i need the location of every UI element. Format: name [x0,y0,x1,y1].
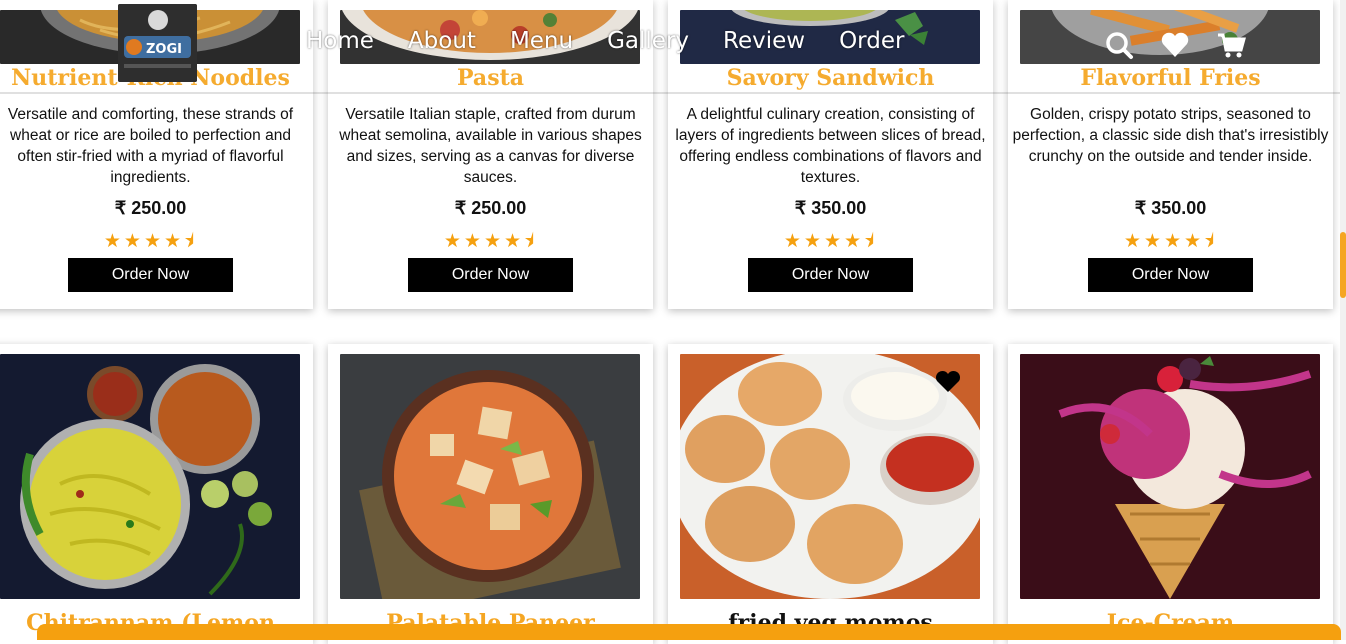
product-image-paneer [340,354,640,599]
product-image-icecream [1020,354,1320,599]
nav-about[interactable]: About [408,28,476,54]
scrollbar-thumb[interactable] [1340,232,1346,298]
product-description: Golden, crispy potato strips, seasoned t… [1012,106,1329,165]
rating-stars: ★★★★⯨ [783,231,878,252]
nav-menu[interactable]: Menu [510,28,573,54]
nav-order[interactable]: Order [839,28,904,54]
vertical-scrollbar[interactable] [1340,0,1346,640]
order-now-button[interactable]: Order Now [1088,258,1253,292]
product-card-icecream: Ice-Cream [1008,344,1333,644]
product-description: A delightful culinary creation, consisti… [675,106,986,186]
nav-icons [1104,30,1246,60]
product-description: Versatile Italian staple, crafted from d… [339,106,642,186]
product-card-momos: fried veg momos [668,344,993,644]
product-image-chitrannam [0,354,300,599]
order-now-button[interactable]: Order Now [68,258,233,292]
product-price: ₹ 350.00 [794,198,867,218]
product-grid: Nutrient-Rich Noodles Versatile and comf… [0,0,1340,644]
product-card-chitrannam: Chitrannam (Lemon [0,344,313,644]
nav-review[interactable]: Review [723,28,805,54]
main-nav: Home About Menu Gallery Review Order [306,28,938,54]
product-image-momos [680,354,980,599]
rating-stars: ★★★★⯨ [443,231,538,252]
search-icon[interactable] [1104,30,1134,60]
product-price: ₹ 350.00 [1134,198,1207,218]
order-now-button[interactable]: Order Now [748,258,913,292]
nav-home[interactable]: Home [306,28,374,54]
favorite-heart-icon[interactable] [934,370,962,399]
cart-icon[interactable] [1216,30,1246,60]
rating-stars: ★★★★⯨ [1123,231,1218,252]
product-card-paneer: Palatable Paneer [328,344,653,644]
logo-text: ZOGI [146,42,182,57]
top-navbar: ZOGI Home About Menu Gallery Review Orde… [0,0,1340,94]
rating-stars: ★★★★⯨ [103,231,198,252]
product-price: ₹ 250.00 [454,198,527,218]
nav-gallery[interactable]: Gallery [607,28,689,54]
order-now-button[interactable]: Order Now [408,258,573,292]
bottom-accent-bar [37,624,1341,640]
product-description: Versatile and comforting, these strands … [7,106,294,186]
site-logo[interactable]: ZOGI [118,4,197,82]
product-price: ₹ 250.00 [114,198,187,218]
heart-icon[interactable] [1160,30,1190,60]
